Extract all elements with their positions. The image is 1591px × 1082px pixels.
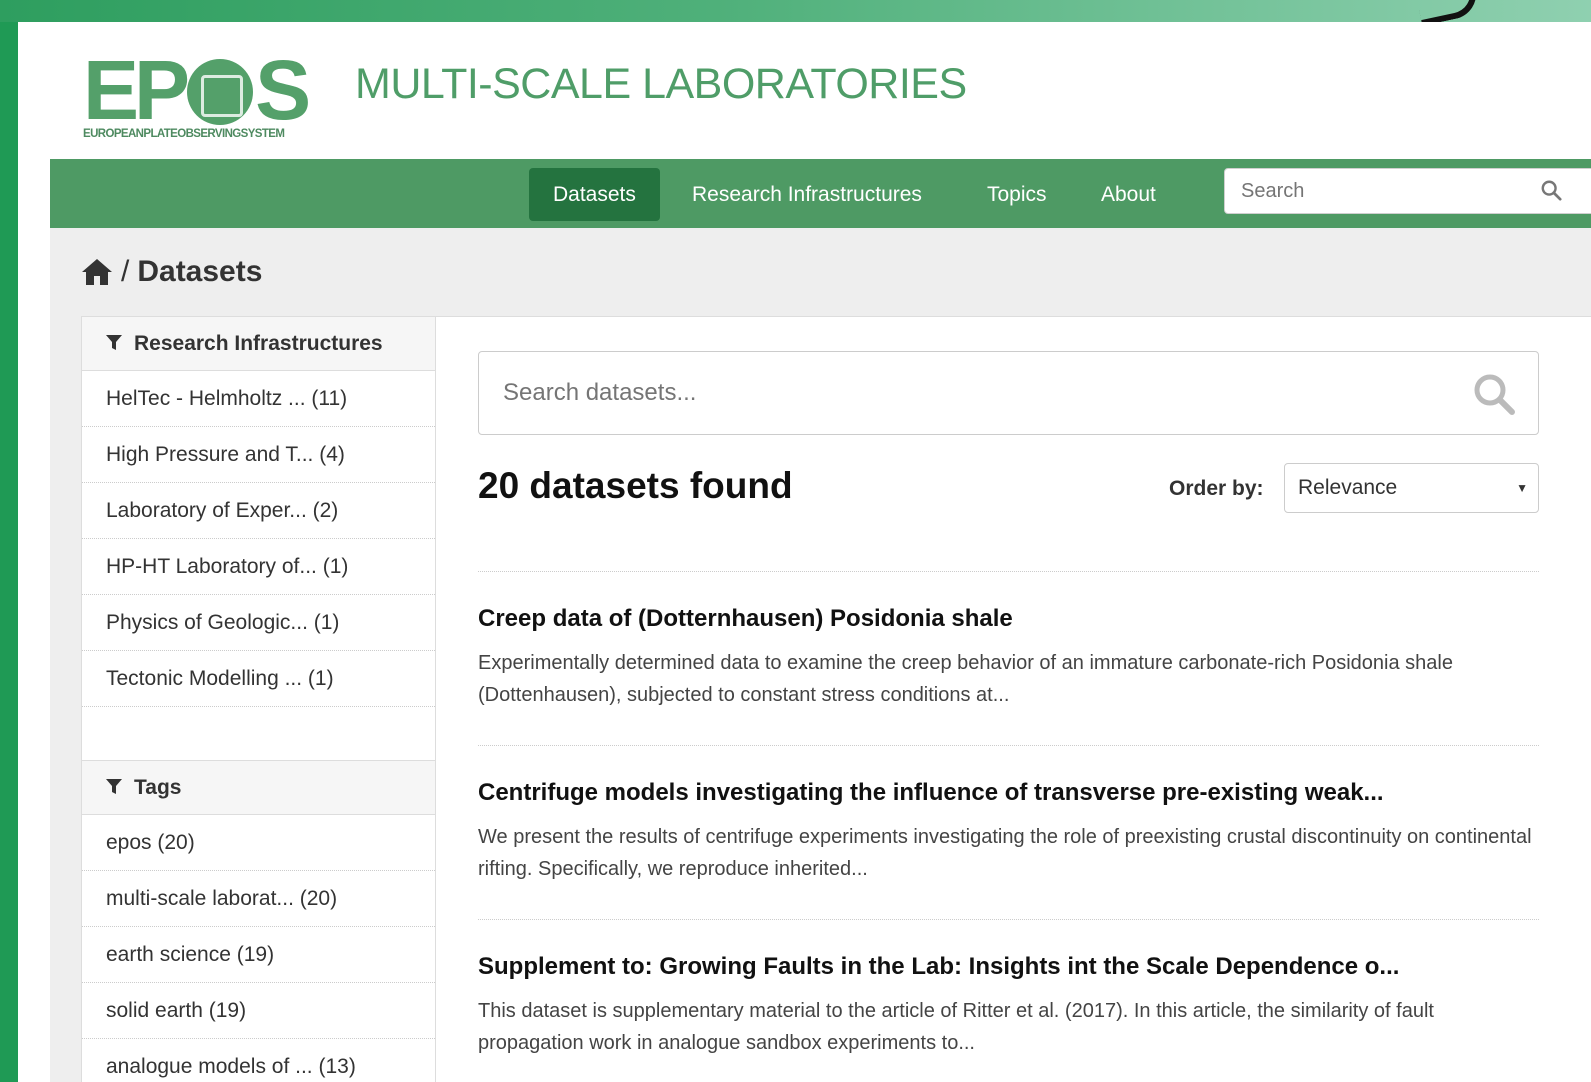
home-icon[interactable] bbox=[81, 257, 113, 287]
nav-research-infrastructures[interactable]: Research Infrastructures bbox=[668, 168, 946, 221]
filter-icon bbox=[106, 335, 122, 350]
order-by-select[interactable]: Relevance ▼ bbox=[1284, 463, 1539, 513]
dataset-title[interactable]: Supplement to: Growing Faults in the Lab… bbox=[478, 953, 1539, 981]
results-main: 20 datasets found Order by: Relevance ▼ … bbox=[436, 317, 1591, 1082]
facet-item[interactable]: earth science (19) bbox=[82, 927, 435, 983]
chevron-down-icon: ▼ bbox=[1516, 481, 1528, 495]
left-border-stripe bbox=[0, 0, 18, 1082]
globe-icon bbox=[187, 59, 254, 125]
divider bbox=[478, 919, 1539, 920]
divider bbox=[478, 745, 1539, 746]
nav-about[interactable]: About bbox=[1077, 168, 1180, 221]
site: EP S EUROPEANPLATEOBSERVINGSYSTEM MULTI-S… bbox=[50, 22, 1591, 1082]
logo-wordmark: EP S bbox=[83, 43, 311, 137]
dataset-title[interactable]: Centrifuge models investigating the infl… bbox=[478, 779, 1539, 807]
facet-item[interactable]: Laboratory of Exper... (2) bbox=[82, 483, 435, 539]
facet-item[interactable]: Tectonic Modelling ... (1) bbox=[82, 651, 435, 707]
dataset-notes: Experimentally determined data to examin… bbox=[478, 652, 1453, 706]
facet-item[interactable]: analogue models of ... (13) bbox=[82, 1039, 435, 1082]
facet-heading-tags: Tags bbox=[82, 761, 435, 815]
facet-item[interactable]: High Pressure and T... (4) bbox=[82, 427, 435, 483]
site-title[interactable]: MULTI-SCALE LABORATORIES bbox=[355, 60, 967, 109]
order-by-label: Order by: bbox=[1169, 477, 1264, 500]
top-decor-band bbox=[0, 0, 1591, 22]
site-search-input[interactable] bbox=[1224, 168, 1591, 214]
facet-item[interactable]: solid earth (19) bbox=[82, 983, 435, 1039]
nav-topics[interactable]: Topics bbox=[963, 168, 1071, 221]
breadcrumb-current[interactable]: Datasets bbox=[137, 255, 262, 289]
logo-subtitle: EUROPEANPLATEOBSERVINGSYSTEM bbox=[83, 128, 285, 140]
search-icon[interactable] bbox=[1472, 372, 1516, 416]
dataset-notes: We present the results of centrifuge exp… bbox=[478, 826, 1532, 880]
facet-item[interactable]: HelTec - Helmholtz ... (11) bbox=[82, 371, 435, 427]
search-icon[interactable] bbox=[1540, 179, 1562, 201]
facet-item[interactable]: epos (20) bbox=[82, 815, 435, 871]
facet-sidebar: Research Infrastructures HelTec - Helmho… bbox=[82, 317, 436, 1082]
epos-logo[interactable]: EP S EUROPEANPLATEOBSERVINGSYSTEM bbox=[83, 48, 333, 148]
facet-item[interactable]: HP-HT Laboratory of... (1) bbox=[82, 539, 435, 595]
filter-icon bbox=[106, 779, 122, 794]
main-navbar: Datasets Research Infrastructures Topics… bbox=[50, 159, 1591, 228]
breadcrumb-separator: / bbox=[121, 255, 130, 288]
divider bbox=[478, 571, 1539, 572]
nav-datasets[interactable]: Datasets bbox=[529, 168, 660, 221]
dataset-notes: This dataset is supplementary material t… bbox=[478, 1000, 1434, 1054]
facet-heading-research-infrastructures: Research Infrastructures bbox=[82, 317, 435, 371]
results-count: 20 datasets found bbox=[478, 465, 793, 506]
facet-item[interactable]: multi-scale laborat... (20) bbox=[82, 871, 435, 927]
facet-gap bbox=[82, 707, 435, 761]
dataset-title[interactable]: Creep data of (Dotternhausen) Posidonia … bbox=[478, 605, 1539, 633]
dataset-search-input[interactable] bbox=[478, 351, 1539, 435]
facet-item[interactable]: Physics of Geologic... (1) bbox=[82, 595, 435, 651]
order-by-value: Relevance bbox=[1298, 476, 1398, 499]
datasets-panel: Research Infrastructures HelTec - Helmho… bbox=[81, 316, 1591, 1082]
breadcrumb: / Datasets bbox=[81, 254, 262, 290]
